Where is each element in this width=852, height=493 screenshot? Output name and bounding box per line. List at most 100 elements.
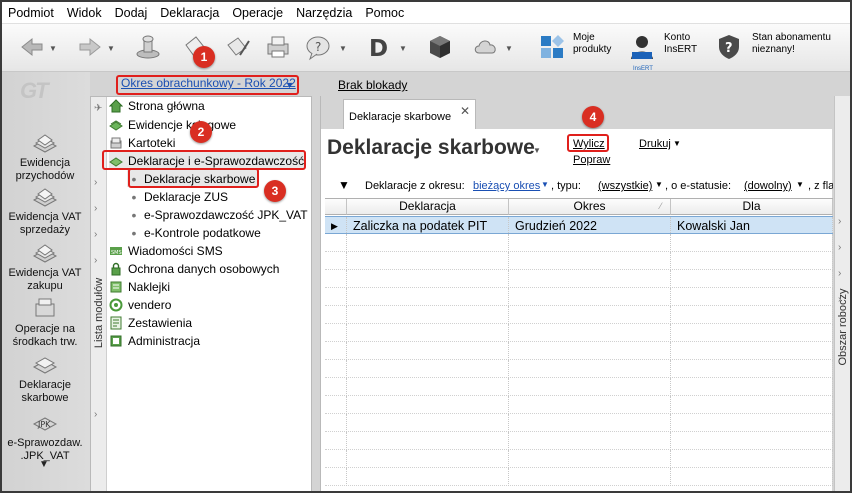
column-header-deklaracja[interactable]: Deklaracja — [347, 199, 509, 215]
back-arrow-icon[interactable] — [18, 33, 46, 61]
table-row[interactable] — [325, 432, 833, 450]
table-row[interactable] — [325, 324, 833, 342]
scroll-down-icon[interactable]: ▼ — [39, 459, 49, 470]
products-grid-icon[interactable] — [538, 33, 566, 61]
d-letter-icon[interactable]: D — [366, 33, 394, 62]
menu-operacje[interactable]: Operacje — [232, 6, 283, 20]
chevron-right-icon[interactable]: › — [94, 203, 97, 214]
konto-label[interactable]: Konto InsERT — [664, 32, 697, 56]
table-row[interactable] — [325, 270, 833, 288]
module-ochrona-danych[interactable]: Ochrona danych osobowych — [109, 260, 279, 277]
popraw-link[interactable]: Popraw — [573, 154, 610, 166]
chevron-right-icon[interactable]: › — [94, 177, 97, 188]
module-vendero[interactable]: vendero — [109, 296, 171, 313]
chevron-right-icon[interactable]: › — [838, 268, 841, 279]
label-icon — [109, 280, 123, 294]
moje-produkty-label[interactable]: Moje produkty — [573, 32, 611, 56]
table-row[interactable] — [325, 360, 833, 378]
chevron-down-icon[interactable]: ▼ — [655, 180, 663, 189]
module-deklaracje-zus[interactable]: • Deklaracje ZUS — [127, 188, 228, 205]
module-e-kontrole-podatkowe[interactable]: • e-Kontrole podatkowe — [127, 224, 261, 241]
shield-question-icon[interactable]: ? — [715, 33, 743, 61]
nav-ewidencja-vat-zakupu[interactable]: Ewidencja VAT zakupu — [2, 240, 88, 293]
chevron-down-icon[interactable]: ▼ — [339, 44, 347, 53]
chevron-down-icon[interactable]: ▼ — [49, 44, 57, 53]
menu-narzedzia[interactable]: Narzędzia — [296, 6, 352, 20]
table-cell — [671, 468, 833, 486]
column-header-okres[interactable]: Okres — [509, 199, 671, 215]
chevron-down-icon[interactable]: ▼ — [533, 146, 541, 155]
cloud-icon[interactable] — [472, 33, 500, 61]
table-row[interactable]: ▶ Zaliczka na podatek PIT Grudzień 2022 Kow… — [325, 216, 833, 235]
tab-deklaracje-skarbowe[interactable]: Deklaracje skarbowe ✕ — [343, 99, 476, 129]
table-row[interactable] — [325, 252, 833, 270]
chevron-down-icon[interactable]: ▼ — [505, 44, 513, 53]
table-row[interactable] — [325, 234, 833, 252]
highlight-wylicz — [567, 134, 609, 152]
forward-arrow-icon[interactable] — [76, 33, 104, 61]
filter-okres-value[interactable]: bieżący okres — [473, 180, 540, 192]
table-row[interactable] — [325, 288, 833, 306]
column-header-dla[interactable]: Dla — [671, 199, 833, 215]
module-zestawienia[interactable]: Zestawienia — [109, 314, 192, 331]
menu-bar: Podmiot Widok Dodaj Deklaracja Operacje … — [2, 2, 850, 24]
stamp-icon[interactable] — [134, 33, 162, 61]
pin-icon[interactable]: ✈ — [94, 103, 102, 114]
brak-blokady-link[interactable]: Brak blokady — [338, 78, 407, 92]
nav-e-sprawozdawczosc-jpk[interactable]: JPK e-Sprawozdaw. .JPK_VAT — [2, 410, 88, 463]
cube-icon[interactable] — [426, 33, 454, 61]
chevron-down-icon[interactable]: ▼ — [673, 139, 681, 148]
menu-widok[interactable]: Widok — [67, 6, 102, 20]
drukuj-link[interactable]: Drukuj — [639, 138, 671, 150]
printer-icon[interactable] — [264, 33, 292, 61]
table-row[interactable] — [325, 306, 833, 324]
table-row[interactable] — [325, 414, 833, 432]
chevron-right-icon[interactable]: › — [838, 242, 841, 253]
nav-ewidencja-przychodow[interactable]: Ewidencja przychodów — [2, 130, 88, 183]
menu-deklaracja[interactable]: Deklaracja — [160, 6, 219, 20]
chevron-down-icon[interactable]: ▼ — [399, 44, 407, 53]
module-kartoteki[interactable]: Kartoteki — [109, 134, 175, 151]
table-cell — [671, 414, 833, 432]
menu-podmiot[interactable]: Podmiot — [8, 6, 54, 20]
chevron-right-icon[interactable]: › — [838, 216, 841, 227]
work-area-sidebar[interactable]: › › › › Obszar roboczy — [834, 96, 850, 491]
declarations-table: Deklaracja Okres ⁄ Dla ▶ Zaliczka na poda… — [325, 198, 833, 491]
menu-dodaj[interactable]: Dodaj — [115, 6, 148, 20]
sign-document-icon[interactable] — [224, 33, 252, 61]
stan-abonamentu-label[interactable]: Stan abonamentu nieznany! — [752, 32, 831, 56]
page-title[interactable]: Deklaracje skarbowe — [327, 136, 535, 160]
table-cell — [509, 306, 671, 324]
table-row[interactable] — [325, 342, 833, 360]
table-cell — [509, 432, 671, 450]
table-row[interactable] — [325, 396, 833, 414]
close-icon[interactable]: ✕ — [460, 104, 470, 118]
nav-ewidencja-vat-sprzedazy[interactable]: Ewidencja VAT sprzedaży — [2, 184, 88, 237]
module-e-sprawozdawczosc-jpk-vat[interactable]: • e-Sprawozdawczość JPK_VAT — [127, 206, 308, 223]
nav-deklaracje-skarbowe[interactable]: Deklaracje skarbowe — [2, 352, 88, 405]
collapse-icon[interactable]: ▼ — [338, 178, 350, 192]
chevron-down-icon[interactable]: ▼ — [541, 180, 549, 189]
table-cell — [347, 360, 509, 378]
help-bubble-icon[interactable]: ? — [304, 33, 332, 61]
chevron-down-icon[interactable]: ▼ — [107, 44, 115, 53]
filter-estatus-value[interactable]: (dowolny) — [744, 180, 792, 192]
filter-typ-value[interactable]: (wszystkie) — [598, 180, 652, 192]
chevron-down-icon[interactable]: ▼ — [796, 180, 804, 189]
table-row[interactable] — [325, 450, 833, 468]
menu-pomoc[interactable]: Pomoc — [365, 6, 404, 20]
table-row[interactable] — [325, 468, 833, 486]
module-ewidencje-ksiegowe[interactable]: Ewidencje księgowe — [109, 116, 236, 133]
table-cell — [671, 270, 833, 288]
table-cell: Kowalski Jan — [671, 217, 833, 235]
module-strona-glowna[interactable]: Strona główna — [109, 97, 205, 114]
account-icon[interactable] — [628, 33, 656, 61]
table-row[interactable] — [325, 378, 833, 396]
chevron-right-icon[interactable]: › — [94, 229, 97, 240]
module-wiadomosci-sms[interactable]: SMS Wiadomości SMS — [109, 242, 223, 259]
ledger-icon — [31, 130, 59, 154]
nav-operacje-srodki-trwale[interactable]: Operacje na środkach trw. — [2, 296, 88, 349]
chevron-right-icon[interactable]: › — [94, 409, 97, 420]
module-naklejki[interactable]: Naklejki — [109, 278, 170, 295]
module-administracja[interactable]: Administracja — [109, 332, 200, 349]
